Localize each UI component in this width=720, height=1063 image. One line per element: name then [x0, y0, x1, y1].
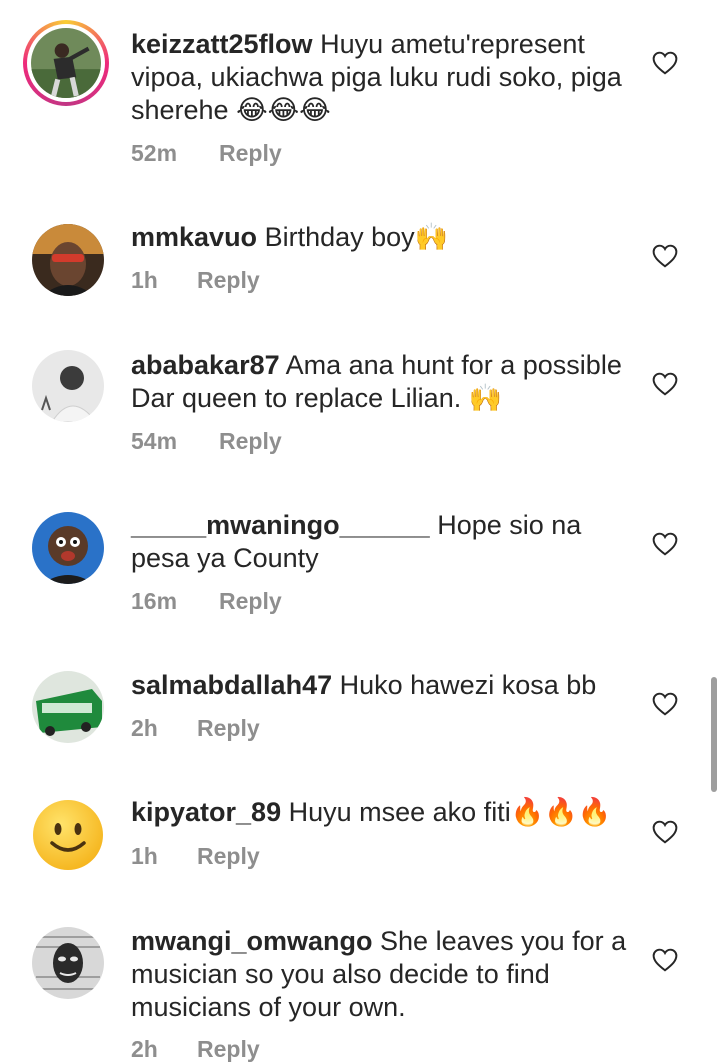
scrollbar-thumb[interactable]: [711, 677, 717, 792]
comment-text: mmkavuo Birthday boy🙌: [131, 221, 631, 254]
comment-time: 2h: [131, 715, 158, 741]
like-button[interactable]: [652, 948, 678, 972]
comment-time: 1h: [131, 267, 158, 293]
reply-button[interactable]: Reply: [197, 843, 260, 869]
comment-time: 1h: [131, 843, 158, 869]
comment-text: _____mwaningo______ Hope sio na pesa ya …: [131, 509, 631, 575]
comment-emoji: 😂😂😂: [236, 95, 331, 126]
reply-button[interactable]: Reply: [197, 267, 260, 293]
comment-time: 16m: [131, 588, 178, 614]
smiley-emoji-avatar: [32, 799, 104, 871]
like-button[interactable]: [652, 532, 678, 556]
comment-time: 52m: [131, 140, 178, 166]
avatar[interactable]: [32, 224, 104, 296]
like-button[interactable]: [652, 51, 678, 75]
avatar-image: [32, 927, 104, 999]
comment-emoji: 🙌: [468, 383, 503, 414]
comment-username[interactable]: mwangi_omwango: [131, 926, 373, 956]
comment-meta: 1h Reply: [131, 267, 260, 294]
avatar[interactable]: [32, 927, 104, 999]
avatar-story-ring[interactable]: [23, 20, 109, 106]
comment-username[interactable]: salmabdallah47: [131, 670, 332, 700]
avatar[interactable]: [32, 512, 104, 584]
comment-meta: 16m Reply: [131, 588, 282, 615]
comment-time: 2h: [131, 1036, 158, 1062]
avatar[interactable]: [32, 671, 104, 743]
comment-text: kipyator_89 Huyu msee ako fiti🔥🔥🔥: [131, 796, 631, 829]
reply-button[interactable]: Reply: [197, 715, 260, 741]
like-button[interactable]: [652, 820, 678, 844]
comment-username[interactable]: _____mwaningo______: [131, 510, 430, 540]
comment-text: ababakar87 Ama ana hunt for a possible D…: [131, 349, 631, 415]
heart-outline-icon: [652, 372, 678, 396]
comment-body: Huko hawezi kosa bb: [332, 670, 597, 700]
heart-outline-icon: [652, 244, 678, 268]
avatar-image: [31, 28, 101, 98]
comment-text: keizzatt25flow Huyu ametu'represent vipo…: [131, 28, 631, 127]
comment-time: 54m: [131, 428, 178, 454]
avatar-image: [32, 224, 104, 296]
comment-meta: 2h Reply: [131, 1036, 260, 1063]
heart-outline-icon: [652, 532, 678, 556]
comment-emoji: 🙌: [414, 222, 449, 253]
comment-meta: 54m Reply: [131, 428, 282, 455]
comment-meta: 2h Reply: [131, 715, 260, 742]
reply-button[interactable]: Reply: [219, 588, 282, 614]
avatar[interactable]: [32, 350, 104, 422]
reply-button[interactable]: Reply: [219, 140, 282, 166]
comment-username[interactable]: kipyator_89: [131, 797, 281, 827]
avatar[interactable]: [32, 799, 104, 871]
reply-button[interactable]: Reply: [197, 1036, 260, 1062]
avatar: [31, 28, 101, 98]
reply-button[interactable]: Reply: [219, 428, 282, 454]
avatar-ring-gap: [27, 24, 105, 102]
heart-outline-icon: [652, 948, 678, 972]
comment-text: salmabdallah47 Huko hawezi kosa bb: [131, 669, 631, 702]
comment-username[interactable]: keizzatt25flow: [131, 29, 313, 59]
comment-emoji: 🔥🔥🔥: [510, 797, 612, 828]
avatar-image: [32, 512, 104, 584]
comment-text: mwangi_omwango She leaves you for a musi…: [131, 925, 631, 1024]
like-button[interactable]: [652, 372, 678, 396]
heart-outline-icon: [652, 820, 678, 844]
like-button[interactable]: [652, 692, 678, 716]
heart-outline-icon: [652, 51, 678, 75]
comment-meta: 1h Reply: [131, 843, 260, 870]
comment-username[interactable]: ababakar87: [131, 350, 280, 380]
avatar-image: [32, 671, 104, 743]
like-button[interactable]: [652, 244, 678, 268]
comment-meta: 52m Reply: [131, 140, 282, 167]
avatar-image: [32, 350, 104, 422]
comment-username[interactable]: mmkavuo: [131, 222, 257, 252]
heart-outline-icon: [652, 692, 678, 716]
comment-body: Huyu msee ako fiti: [281, 797, 511, 827]
comment-body: Birthday boy: [257, 222, 415, 252]
